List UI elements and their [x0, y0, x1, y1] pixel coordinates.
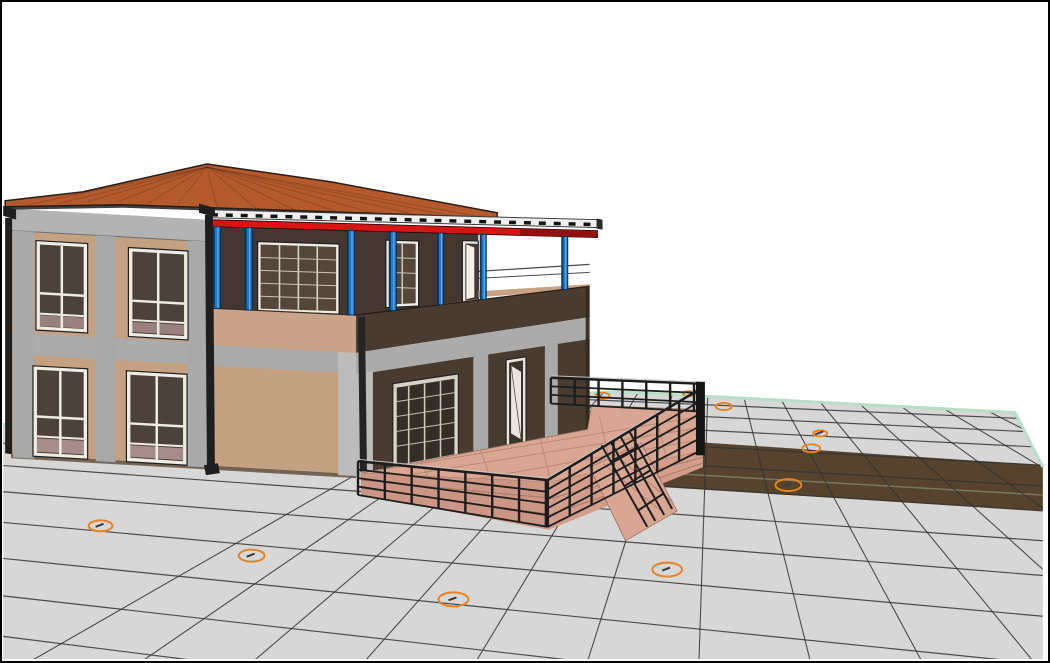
canopy-fascia [596, 218, 603, 230]
viewport-frame [0, 0, 1050, 663]
front-pilaster-1 [473, 353, 489, 455]
window-lower-2 [125, 370, 188, 466]
downspout-left-pipe [5, 217, 13, 455]
pilaster-1 [13, 230, 34, 459]
building-right-edge [585, 286, 590, 433]
window-upper-1 [35, 239, 89, 334]
downspout-mid-shoe [203, 463, 220, 476]
pilaster-3 [187, 240, 207, 468]
glazed-door-upper-3 [461, 239, 479, 305]
railing-corner-post [695, 381, 705, 456]
glazed-door-upper-1 [257, 240, 340, 315]
pilaster-2 [95, 235, 116, 463]
window-lower-1 [32, 365, 89, 460]
model-3d-viewport[interactable] [2, 2, 1048, 661]
narrow-door [505, 356, 527, 453]
window-upper-2 [127, 246, 189, 341]
corner-pilaster [338, 350, 359, 477]
glazed-door-lower [392, 373, 460, 471]
